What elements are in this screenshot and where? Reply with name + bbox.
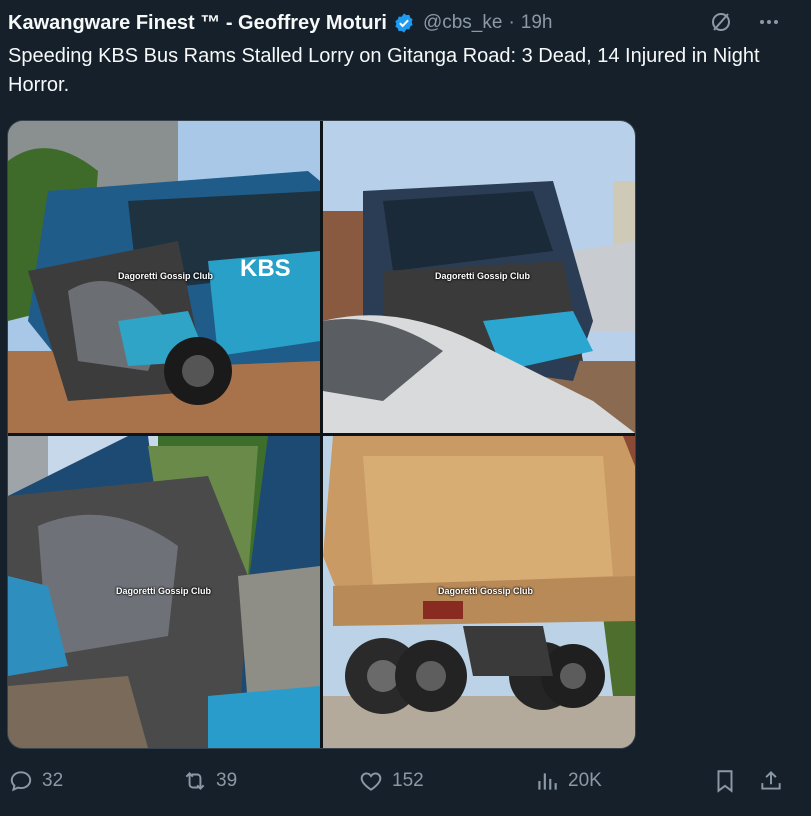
views-count: 20K bbox=[568, 770, 602, 791]
verified-badge-icon bbox=[393, 12, 415, 34]
photo-3[interactable]: Dagoretti Gossip Club bbox=[8, 436, 320, 748]
views-button[interactable]: 20K bbox=[534, 768, 602, 794]
media-grid: KBS Dagoretti Gossip Club Dagoretti Goss… bbox=[7, 120, 636, 749]
reply-icon bbox=[10, 771, 32, 792]
bookmark-button[interactable] bbox=[712, 768, 738, 794]
separator-dot: · bbox=[508, 12, 515, 33]
reply-count: 32 bbox=[42, 770, 64, 791]
photo-2[interactable]: Dagoretti Gossip Club bbox=[323, 121, 635, 433]
photo-4[interactable]: Dagoretti Gossip Club bbox=[323, 436, 635, 748]
bookmark-icon bbox=[717, 770, 733, 793]
photo-watermark: Dagoretti Gossip Club bbox=[435, 271, 531, 281]
photo-watermark: Dagoretti Gossip Club bbox=[438, 586, 534, 596]
like-button[interactable]: 152 bbox=[358, 768, 424, 794]
heart-icon bbox=[360, 772, 382, 791]
photo-watermark: Dagoretti Gossip Club bbox=[118, 271, 214, 281]
author-name[interactable]: Kawangware Finest ™ - Geoffrey Moturi bbox=[8, 12, 387, 35]
like-count: 152 bbox=[392, 770, 424, 791]
tweet-text: Speeding KBS Bus Rams Stalled Lorry on G… bbox=[8, 45, 760, 96]
views-icon bbox=[538, 773, 557, 790]
retweet-button[interactable]: 39 bbox=[182, 768, 237, 794]
action-bar: 32 39 152 20K bbox=[0, 762, 811, 802]
timestamp[interactable]: 19h bbox=[521, 12, 553, 34]
retweet-count: 39 bbox=[216, 770, 238, 791]
photo-watermark: Dagoretti Gossip Club bbox=[116, 586, 212, 596]
share-icon bbox=[761, 770, 781, 790]
photo-1[interactable]: KBS Dagoretti Gossip Club bbox=[8, 121, 320, 433]
retweet-icon bbox=[185, 772, 205, 790]
share-button[interactable] bbox=[758, 768, 784, 794]
grok-icon[interactable] bbox=[709, 10, 733, 34]
more-options-icon[interactable] bbox=[757, 10, 781, 34]
reply-button[interactable]: 32 bbox=[8, 768, 63, 794]
bus-logo-text: KBS bbox=[240, 255, 291, 282]
tweet-header: Kawangware Finest ™ - Geoffrey Moturi @c… bbox=[8, 8, 811, 38]
author-handle[interactable]: @cbs_ke bbox=[423, 12, 503, 34]
